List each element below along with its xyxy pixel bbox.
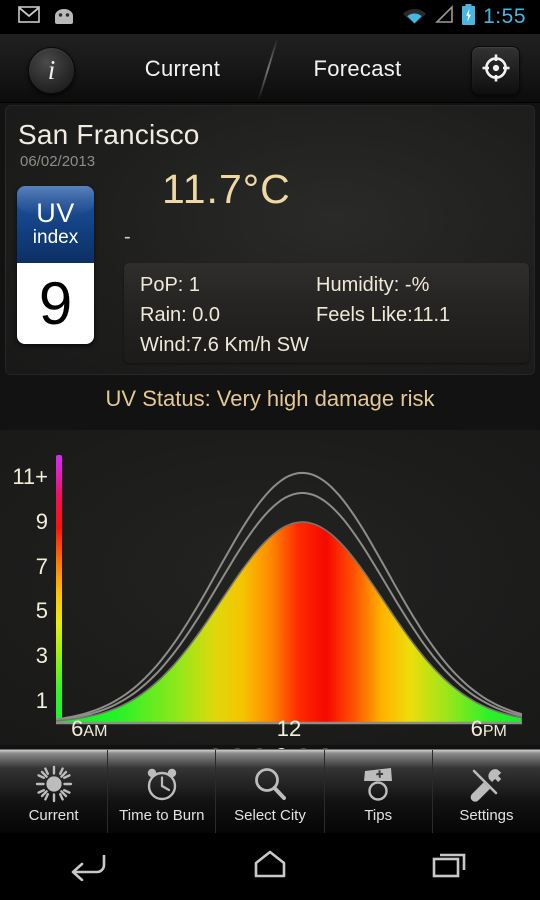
alarm-clock-icon bbox=[142, 764, 182, 804]
details-row: Rain: 0.0 Feels Like:11.1 bbox=[140, 304, 540, 327]
wind-value: Wind:7.6 Km/h SW bbox=[140, 334, 309, 356]
tab-forecast-label: Forecast bbox=[313, 55, 402, 81]
back-icon bbox=[64, 847, 116, 886]
home-button[interactable] bbox=[180, 847, 360, 886]
x-axis-tick: 6PM bbox=[470, 716, 507, 741]
info-button[interactable]: i bbox=[28, 47, 75, 94]
observation-date: 06/02/2013 bbox=[20, 153, 96, 170]
bottom-tab-bar: Current Time to Burn Select City Tips Se… bbox=[0, 749, 540, 833]
details-row: Wind:7.6 Km/h SW bbox=[140, 334, 540, 357]
battery-charging-icon bbox=[461, 3, 476, 31]
rain-value: Rain: 0.0 bbox=[140, 304, 221, 326]
uv-index-chart[interactable]: 1 3 5 7 9 11+ 6AM 12 6PM bbox=[0, 430, 540, 759]
x-axis-tick: 6AM bbox=[71, 716, 108, 741]
back-button[interactable] bbox=[0, 847, 180, 886]
tab-current-button[interactable]: Current bbox=[0, 750, 109, 833]
tab-current[interactable]: Current bbox=[95, 34, 270, 103]
y-axis-tick: 1 bbox=[35, 687, 48, 713]
tab-label: Time to Burn bbox=[119, 806, 205, 824]
gmail-icon bbox=[18, 6, 40, 28]
condition-text: - bbox=[124, 226, 131, 248]
nurse-hat-icon bbox=[358, 764, 398, 804]
tab-tips-button[interactable]: Tips bbox=[325, 750, 433, 833]
temperature-value: 11.7°C bbox=[162, 166, 291, 212]
cellular-signal-icon bbox=[434, 5, 454, 29]
tab-label: Settings bbox=[459, 806, 514, 824]
uv-badge-subtitle: index bbox=[32, 227, 79, 248]
details-row: PoP: 1 Humidity: -% bbox=[140, 274, 540, 297]
crosshair-location-icon bbox=[481, 53, 511, 88]
tab-label: Select City bbox=[234, 806, 306, 824]
tab-select-city-button[interactable]: Select City bbox=[216, 750, 325, 833]
status-bar-clock: 1:55 bbox=[483, 5, 526, 28]
uv-index-badge: UV index 9 bbox=[17, 186, 94, 344]
app-screen: 1:55 i Current Forecast San Francisco 06… bbox=[0, 0, 540, 900]
tools-icon bbox=[466, 764, 506, 804]
current-conditions-card: San Francisco 06/02/2013 11.7°C - UV ind… bbox=[5, 105, 535, 375]
chart-plot-area bbox=[55, 455, 523, 725]
uv-badge-title: UV bbox=[36, 198, 75, 228]
chart-y-axis: 1 3 5 7 9 11+ bbox=[0, 430, 52, 712]
uv-badge-header: UV index bbox=[17, 186, 94, 263]
tab-label: Tips bbox=[364, 806, 393, 824]
uv-badge-value-box: 9 bbox=[17, 263, 94, 344]
android-navigation-bar bbox=[0, 833, 540, 900]
chart-x-axis: 6AM 12 6PM bbox=[0, 716, 540, 752]
x-axis-tick: 12 bbox=[276, 716, 302, 741]
locate-me-button[interactable] bbox=[471, 46, 520, 95]
humidity-value: Humidity: -% bbox=[316, 274, 430, 296]
weather-details-panel: PoP: 1 Humidity: -% Rain: 0.0 Feels Like… bbox=[124, 263, 529, 363]
home-icon bbox=[244, 847, 296, 886]
chart-curves bbox=[55, 471, 523, 725]
feels-like-value: Feels Like:11.1 bbox=[316, 304, 451, 326]
y-axis-tick: 11+ bbox=[12, 464, 48, 490]
android-status-bar: 1:55 bbox=[0, 0, 540, 34]
uv-status-text: UV Status: Very high damage risk bbox=[105, 386, 435, 411]
tab-label: Current bbox=[28, 806, 79, 824]
wifi-icon bbox=[402, 5, 427, 29]
search-icon bbox=[250, 764, 290, 804]
tab-settings-button[interactable]: Settings bbox=[433, 750, 540, 833]
status-bar-system-icons: 1:55 bbox=[402, 3, 540, 31]
recents-icon bbox=[424, 847, 476, 886]
tab-current-label: Current bbox=[144, 55, 221, 81]
y-axis-tick: 5 bbox=[35, 598, 48, 624]
android-app-icon bbox=[52, 6, 76, 29]
sun-icon bbox=[34, 764, 74, 804]
tab-time-to-burn-button[interactable]: Time to Burn bbox=[108, 750, 217, 833]
y-axis-tick: 7 bbox=[35, 553, 48, 579]
tab-strip: Current Forecast bbox=[95, 34, 445, 103]
y-axis-tick: 3 bbox=[35, 643, 48, 668]
uv-index-value: 9 bbox=[38, 269, 73, 337]
y-axis-tick: 9 bbox=[35, 509, 48, 534]
status-bar-notifications bbox=[0, 6, 76, 29]
info-icon: i bbox=[47, 55, 56, 85]
app-action-bar: i Current Forecast bbox=[0, 34, 540, 103]
city-name: San Francisco bbox=[18, 119, 200, 150]
recents-button[interactable] bbox=[360, 847, 540, 886]
pop-value: PoP: 1 bbox=[140, 274, 201, 296]
tab-forecast[interactable]: Forecast bbox=[270, 34, 445, 103]
